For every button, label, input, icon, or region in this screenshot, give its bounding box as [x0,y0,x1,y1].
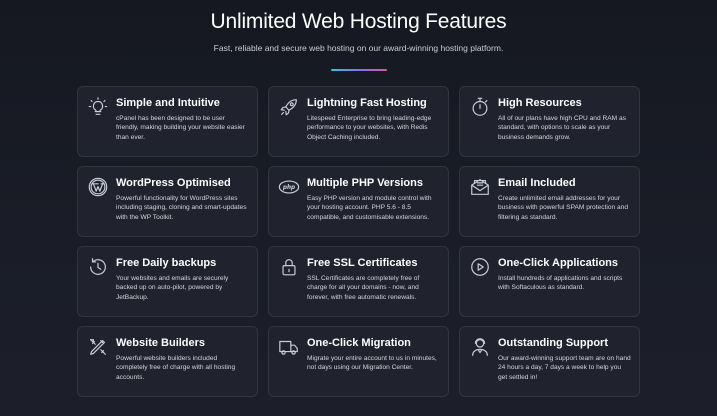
feature-card-website-builders: Website Builders Powerful website builde… [77,326,258,397]
feature-title: Website Builders [116,337,206,349]
lock-icon [278,256,300,278]
feature-card-one-click-apps: One-Click Applications Install hundreds … [459,246,640,317]
feature-title: Outstanding Support [498,337,608,349]
feature-card-lightning-fast: Lightning Fast Hosting Litespeed Enterpr… [268,86,449,157]
design-tools-icon [87,336,109,358]
features-section: Unlimited Web Hosting Features Fast, rel… [0,0,717,416]
rocket-icon [278,96,300,118]
history-icon [87,256,109,278]
features-grid: Simple and Intuitive cPanel has been des… [77,86,641,397]
page-title: Unlimited Web Hosting Features [210,10,507,33]
feature-title: One-Click Migration [307,337,411,349]
feature-description: Powerful functionality for WordPress sit… [116,195,247,221]
feature-title: One-Click Applications [498,257,619,269]
section-header: Unlimited Web Hosting Features Fast, rel… [0,8,717,54]
support-agent-icon [469,336,491,358]
feature-title: Email Included [498,177,576,189]
envelope-icon [469,176,491,198]
feature-card-high-resources: High Resources All of our plans have hig… [459,86,640,157]
feature-title: WordPress Optimised [116,177,231,189]
accent-divider [331,69,387,71]
feature-description: SSL Certificates are completely free of … [307,275,420,301]
php-icon: php [278,176,300,198]
feature-description: Powerful website builders included compl… [116,355,236,381]
feature-description: Migrate your entire account to us in min… [307,355,437,372]
feature-title: Simple and Intuitive [116,97,220,109]
feature-title: Free Daily backups [116,257,217,269]
feature-card-simple-intuitive: Simple and Intuitive cPanel has been des… [77,86,258,157]
feature-description: All of our plans have high CPU and RAM a… [498,115,626,141]
truck-icon [278,336,300,358]
svg-text:php: php [282,185,295,191]
play-circle-icon [469,256,491,278]
feature-card-wordpress: WordPress Optimised Powerful functionali… [77,166,258,237]
feature-description: Litespeed Enterprise to bring leading-ed… [307,115,432,141]
feature-card-outstanding-support: Outstanding Support Our award-winning su… [459,326,640,397]
feature-title: High Resources [498,97,582,109]
feature-description: Create unlimited email addresses for you… [498,195,628,221]
feature-description: Install hundreds of applications and scr… [498,275,623,292]
page-subtitle: Fast, reliable and secure web hosting on… [213,43,504,53]
feature-card-ssl-certificates: Free SSL Certificates SSL Certificates a… [268,246,449,317]
feature-card-one-click-migration: One-Click Migration Migrate your entire … [268,326,449,397]
stopwatch-icon [469,96,491,118]
feature-card-php-versions: php Multiple PHP Versions Easy PHP versi… [268,166,449,237]
wordpress-icon [87,176,109,198]
feature-description: cPanel has been designed to be user frie… [116,115,245,141]
lightbulb-icon [87,96,109,118]
feature-description: Our award-winning support team are on ha… [498,355,631,381]
feature-description: Easy PHP version and module control with… [307,195,432,221]
feature-title: Lightning Fast Hosting [307,97,427,109]
feature-card-daily-backups: Free Daily backups Your websites and ema… [77,246,258,317]
feature-card-email: Email Included Create unlimited email ad… [459,166,640,237]
feature-description: Your websites and emails are securely ba… [116,275,229,301]
feature-title: Free SSL Certificates [307,257,418,269]
feature-title: Multiple PHP Versions [307,177,423,189]
